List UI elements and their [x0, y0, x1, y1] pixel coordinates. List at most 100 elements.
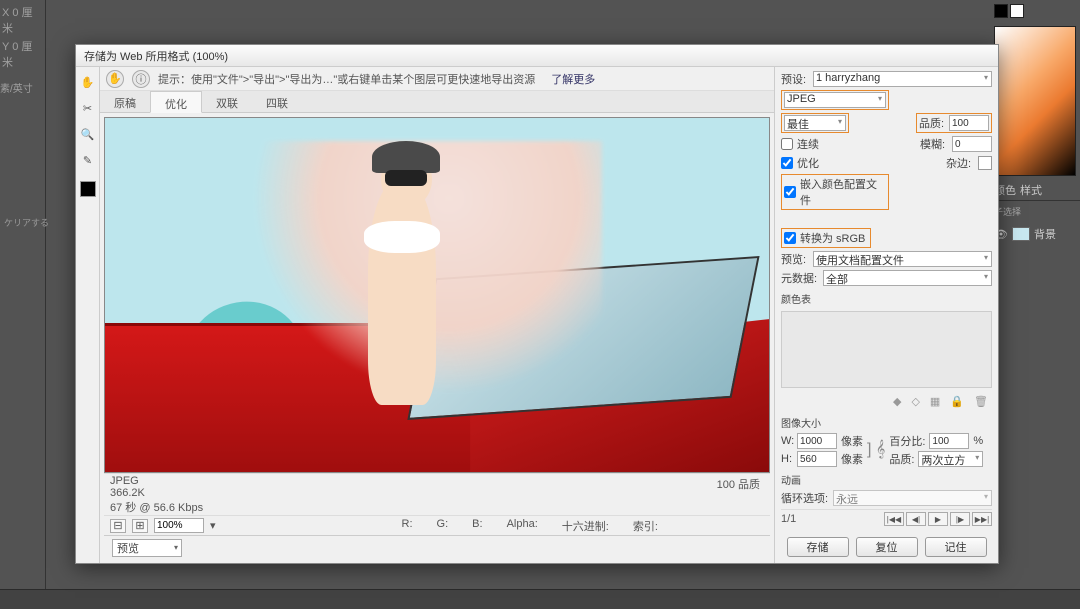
ct-icon-1[interactable]: ◆: [893, 395, 901, 408]
frame-counter: 1/1: [781, 513, 796, 525]
ruler-y: Y 0 厘米: [2, 38, 43, 70]
hand-mode-icon[interactable]: ✋: [106, 70, 124, 88]
readout-hex: 十六进制:: [562, 518, 609, 534]
prev-frame-button[interactable]: ◀|: [906, 512, 926, 526]
resample-label: 品质:: [889, 451, 914, 467]
percent-unit: %: [973, 435, 983, 447]
preview-canvas[interactable]: [104, 117, 770, 473]
zoom-bar: ⊟ ⊞ ▾ R: G: B: Alpha: 十六进制: 索引:: [104, 515, 770, 535]
resample-select[interactable]: 两次立方: [918, 451, 983, 467]
tab-original[interactable]: 原稿: [100, 91, 150, 112]
ct-icon-3[interactable]: ▦: [930, 395, 940, 408]
info-quality: 100 品质: [717, 476, 760, 492]
width-unit: 像素: [841, 433, 863, 449]
color-table-label: 颜色表: [781, 291, 992, 306]
width-label: W:: [781, 435, 793, 447]
info-icon[interactable]: ⓘ: [132, 70, 150, 88]
reset-button[interactable]: 复位: [856, 537, 918, 557]
preview-info: JPEG 100 品质 366.2K 67 秒 @ 56.6 Kbps: [104, 473, 770, 515]
height-unit: 像素: [841, 451, 863, 467]
tab-optimized[interactable]: 优化: [150, 91, 202, 113]
optimized-checkbox[interactable]: [781, 157, 793, 169]
embed-profile-checkbox[interactable]: [784, 186, 796, 198]
lock-icon[interactable]: 🔒: [950, 395, 964, 408]
slice-tool-icon[interactable]: ✂: [79, 99, 97, 117]
layer-name: 背景: [1034, 226, 1056, 242]
last-frame-button[interactable]: ▶▶|: [972, 512, 992, 526]
remember-button[interactable]: 记住: [925, 537, 987, 557]
settings-panel: 预设: 1 harryzhang JPEG 最佳 品质: 连续: [774, 67, 998, 563]
app-left-panel: X 0 厘米 Y 0 厘米 素/英寸: [0, 0, 46, 609]
swatch-white[interactable]: [1010, 4, 1024, 18]
preset-label: 预设:: [781, 71, 809, 87]
dialog-titlebar[interactable]: 存储为 Web 所用格式 (100%): [76, 45, 998, 67]
preview-area: JPEG 100 品质 366.2K 67 秒 @ 56.6 Kbps ⊟ ⊞ …: [100, 113, 774, 563]
hand-tool-icon[interactable]: ✋: [79, 73, 97, 91]
preview-dropdown[interactable]: 预览: [112, 539, 182, 557]
quality-preset-select[interactable]: 最佳: [784, 115, 846, 131]
format-select[interactable]: JPEG: [784, 92, 886, 108]
chevron-down-icon[interactable]: ▾: [210, 519, 216, 532]
blur-input[interactable]: [952, 136, 992, 152]
constrain-link-icon[interactable]: ] 𝄞: [865, 441, 887, 459]
optimized-label: 优化: [797, 155, 819, 171]
readout-index: 索引:: [633, 518, 658, 534]
swatch-black[interactable]: [994, 4, 1008, 18]
metadata-select[interactable]: 全部: [823, 270, 992, 286]
preview-image: [105, 118, 769, 472]
learn-more-link[interactable]: 了解更多: [551, 71, 595, 87]
matte-swatch[interactable]: [978, 156, 992, 170]
zoom-in-button[interactable]: ⊞: [132, 519, 148, 533]
blur-label: 模糊:: [920, 136, 948, 152]
layer-row[interactable]: 👁 背景: [990, 222, 1080, 246]
preview-tabs: 原稿 优化 双联 四联: [100, 91, 774, 113]
zoom-out-button[interactable]: ⊟: [110, 519, 126, 533]
subselect-label: 子选择: [990, 201, 1080, 222]
unit-label: 素/英寸: [0, 80, 33, 95]
ruler-labels: X 0 厘米 Y 0 厘米: [0, 0, 45, 74]
progressive-checkbox[interactable]: [781, 138, 793, 150]
preview-label: 预览:: [781, 251, 809, 267]
trash-icon[interactable]: 🗑: [974, 395, 988, 408]
save-button[interactable]: 存储: [787, 537, 849, 557]
width-input[interactable]: [797, 433, 837, 449]
save-for-web-dialog: 存储为 Web 所用格式 (100%) ✋ ✂ 🔍 ✎ ✋ ⓘ 提示：使用"文件…: [75, 44, 999, 564]
progressive-label: 连续: [797, 136, 819, 152]
readout-alpha: Alpha:: [507, 518, 538, 534]
color-swatches: [990, 0, 1080, 22]
ruler-x: X 0 厘米: [2, 4, 43, 36]
quality-input[interactable]: [949, 115, 989, 131]
tab-four-up[interactable]: 四联: [252, 91, 302, 112]
info-format: JPEG: [110, 475, 764, 487]
percent-input[interactable]: [929, 433, 969, 449]
zoom-tool-icon[interactable]: 🔍: [79, 125, 97, 143]
eyedropper-color-swatch[interactable]: [80, 181, 96, 197]
gradient-picker[interactable]: [994, 26, 1076, 176]
preview-select[interactable]: 使用文档配置文件: [813, 251, 992, 267]
height-input[interactable]: [797, 451, 837, 467]
preset-select[interactable]: 1 harryzhang: [813, 71, 992, 87]
metadata-label: 元数据:: [781, 270, 819, 286]
ct-icon-2[interactable]: ◇: [911, 395, 919, 408]
height-label: H:: [781, 453, 793, 465]
play-button[interactable]: ▶: [928, 512, 948, 526]
readout-r: R:: [402, 518, 413, 534]
clear-label: ケリアする: [0, 216, 49, 229]
zoom-input[interactable]: [154, 518, 204, 533]
dialog-title: 存储为 Web 所用格式 (100%): [84, 48, 228, 64]
hint-bar: ✋ ⓘ 提示：使用"文件">"导出">"导出为…"或右键单击某个图层可更快速地导…: [100, 67, 774, 91]
eyedropper-tool-icon[interactable]: ✎: [79, 151, 97, 169]
tab-swatches[interactable]: 样式: [1020, 182, 1042, 198]
readout-b: B:: [472, 518, 482, 534]
dialog-center: ✋ ⓘ 提示：使用"文件">"导出">"导出为…"或右键单击某个图层可更快速地导…: [100, 67, 774, 563]
matte-label: 杂边:: [946, 155, 974, 171]
convert-srgb-checkbox[interactable]: [784, 232, 796, 244]
info-size: 366.2K: [110, 487, 145, 499]
first-frame-button[interactable]: |◀◀: [884, 512, 904, 526]
embed-profile-label: 嵌入颜色配置文件: [800, 176, 886, 208]
animation-nav: 1/1 |◀◀ ◀| ▶ |▶ ▶▶|: [781, 509, 992, 528]
percent-label: 百分比:: [889, 433, 925, 449]
next-frame-button[interactable]: |▶: [950, 512, 970, 526]
tab-two-up[interactable]: 双联: [202, 91, 252, 112]
quality-label: 品质:: [919, 115, 947, 131]
